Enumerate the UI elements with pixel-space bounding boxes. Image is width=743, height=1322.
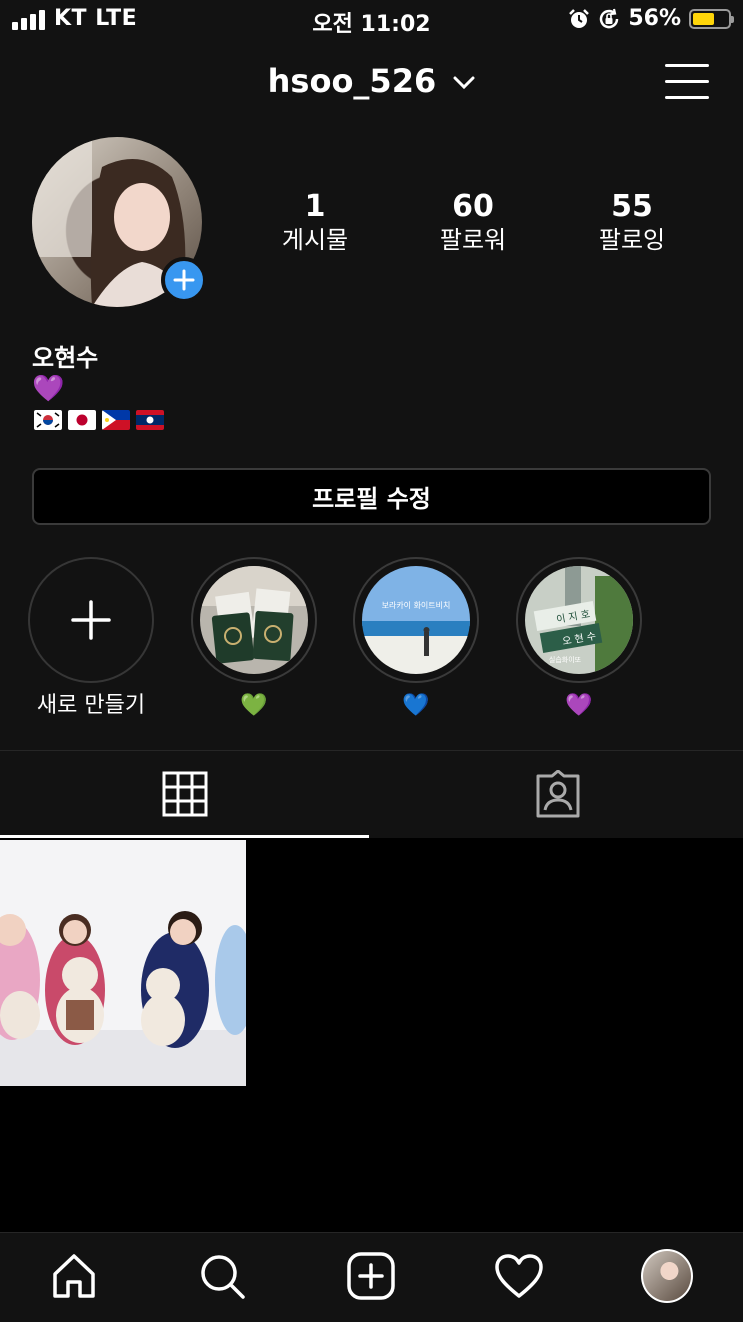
alarm-icon	[569, 8, 590, 28]
nav-search[interactable]	[196, 1250, 248, 1302]
search-icon	[201, 1255, 245, 1299]
tagged-icon	[536, 770, 580, 818]
nav-new-post[interactable]	[345, 1250, 397, 1302]
plus-icon	[173, 269, 195, 291]
nav-profile[interactable]	[641, 1249, 693, 1303]
stat-following-value: 55	[611, 189, 653, 224]
highlight-label: 💚	[240, 693, 268, 718]
highlight-item[interactable]: 이 지 호 오 현 수 실습화이또 💜	[516, 557, 642, 721]
nav-activity[interactable]	[493, 1250, 545, 1302]
stat-followers-value: 60	[452, 189, 494, 224]
bio-heart: 💜	[32, 374, 65, 404]
battery-icon	[689, 8, 734, 29]
highlight-item[interactable]: 💚	[191, 557, 317, 721]
profile-name: 오현수	[32, 344, 99, 372]
highlight-caption-beach: 보라카이 화이트비치	[382, 600, 451, 610]
laos-flag	[136, 410, 164, 430]
highlight-cover-sign: 이 지 호 오 현 수 실습화이또	[525, 566, 633, 674]
tab-tagged[interactable]	[373, 752, 743, 836]
battery-percent: 56%	[628, 6, 681, 31]
tab-grid[interactable]	[0, 752, 370, 836]
grid-icon	[162, 771, 208, 817]
chevron-down-icon	[453, 76, 475, 90]
stat-followers[interactable]: 60 팔로워	[393, 190, 553, 256]
nav-home[interactable]	[48, 1250, 100, 1302]
account-switcher[interactable]: hsoo_526	[0, 62, 743, 100]
stat-following[interactable]: 55 팔로잉	[552, 190, 712, 256]
highlight-label: 💙	[402, 693, 430, 718]
highlight-caption-sign: 실습화이또	[549, 655, 582, 664]
new-post-icon	[347, 1252, 395, 1300]
divider	[0, 750, 743, 751]
username: hsoo_526	[267, 62, 437, 100]
highlight-cover-passports	[200, 566, 308, 674]
highlight-new[interactable]: 새로 만들기	[28, 557, 154, 721]
bio-flags	[34, 410, 164, 430]
stat-posts[interactable]: 1 게시물	[235, 190, 395, 256]
stat-followers-label: 팔로워	[439, 226, 507, 254]
menu-icon[interactable]	[665, 64, 709, 102]
home-icon	[53, 1254, 95, 1298]
orientation-lock-icon	[600, 8, 619, 28]
post-thumbnail[interactable]	[0, 840, 246, 1086]
highlight-cover-beach: 보라카이 화이트비치	[362, 566, 470, 674]
stat-following-label: 팔로잉	[598, 226, 666, 254]
status-bar: KT LTE 오전 11:02 56%	[0, 0, 743, 40]
highlight-item[interactable]: 보라카이 화이트비치 💙	[353, 557, 479, 721]
philippines-flag	[102, 410, 130, 430]
stat-posts-value: 1	[304, 189, 326, 224]
highlight-label: 새로 만들기	[36, 693, 146, 718]
japan-flag	[68, 410, 96, 430]
plus-icon	[71, 600, 111, 640]
edit-profile-button[interactable]: 프로필 수정	[32, 468, 711, 525]
add-story-button[interactable]	[161, 257, 207, 303]
heart-icon	[495, 1254, 543, 1298]
korea-flag	[34, 410, 62, 430]
stat-posts-label: 게시물	[281, 226, 349, 254]
profile-avatar	[641, 1249, 693, 1303]
highlight-label: 💜	[565, 693, 593, 718]
